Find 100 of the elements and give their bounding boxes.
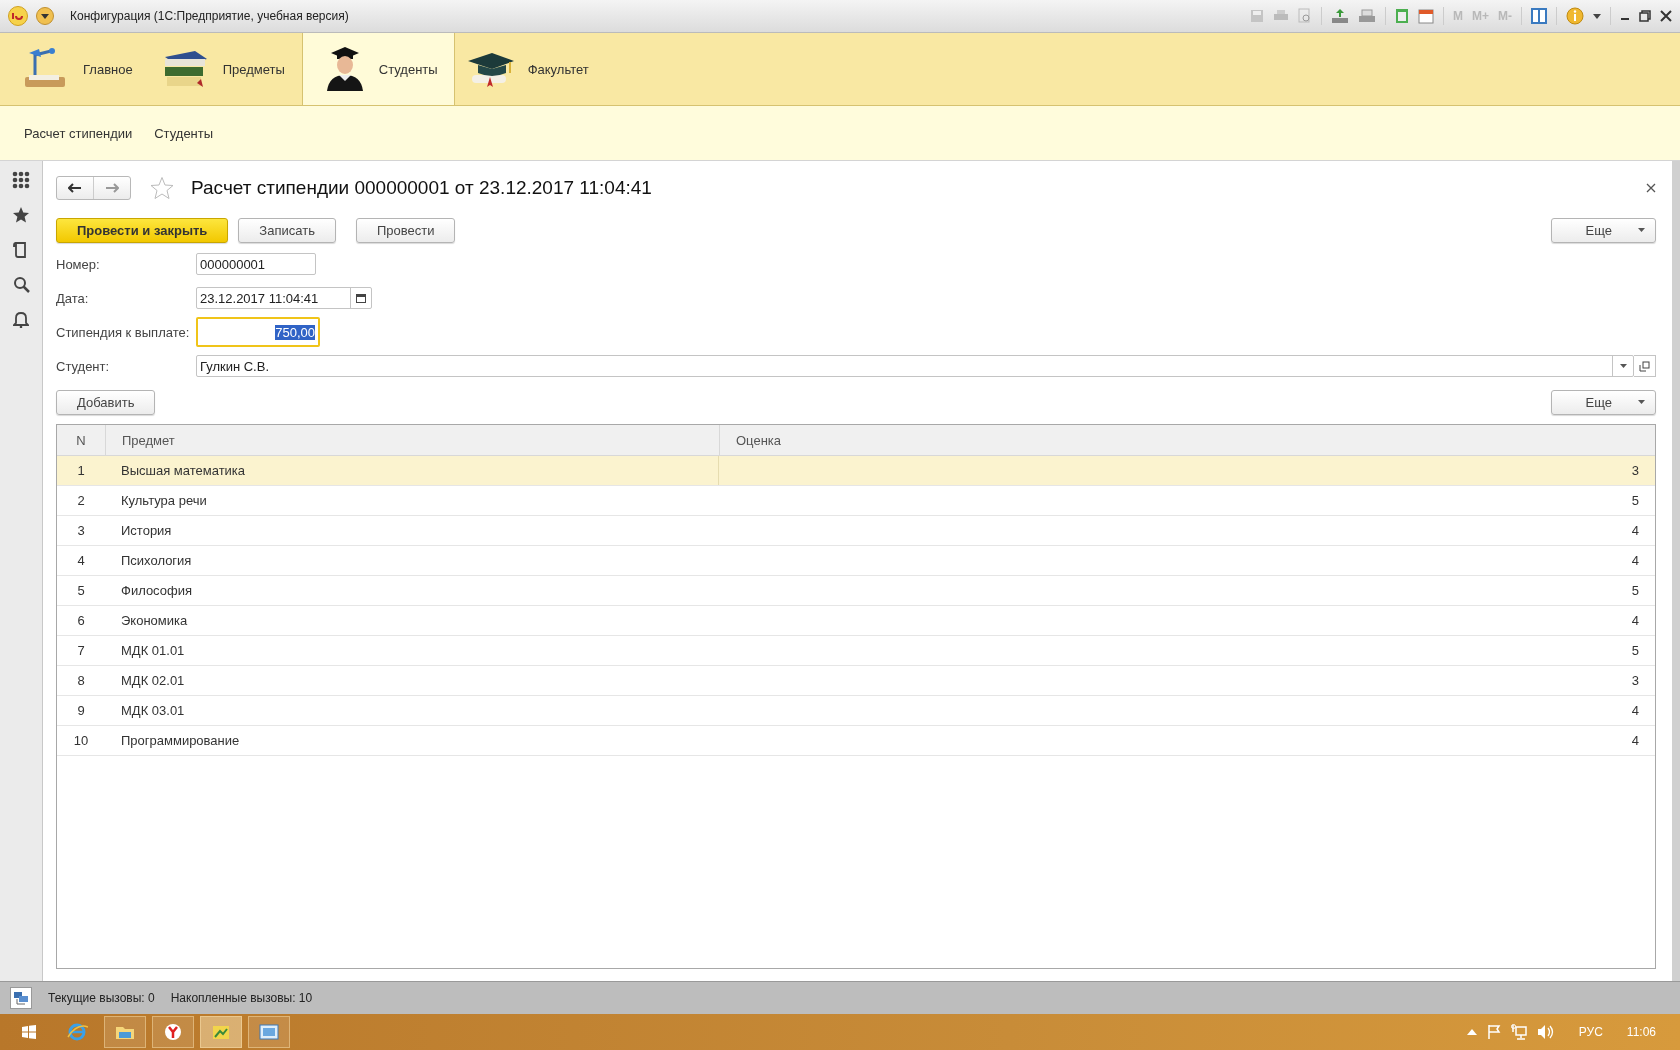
calculator-icon[interactable] <box>1395 8 1409 24</box>
caret-up-icon[interactable] <box>1466 1029 1477 1035</box>
row-number: 4 <box>76 552 86 570</box>
section-tab[interactable]: Студенты <box>301 33 455 105</box>
section-tab[interactable]: Предметы <box>149 33 302 105</box>
row-number: 7 <box>76 642 86 660</box>
caret-icon <box>1638 228 1645 232</box>
window-title: Конфигурация (1С:Предприятие, учебная версия) <box>70 9 350 23</box>
upload-icon[interactable] <box>1331 8 1349 24</box>
add-button[interactable]: Добавить <box>56 389 156 415</box>
status-text: Накопленные вызовы: 10 <box>170 991 313 1005</box>
section-label: Главное <box>83 61 133 77</box>
more-dropdown[interactable]: Еще <box>1550 217 1656 243</box>
row-number: 6 <box>76 612 86 630</box>
table-row[interactable]: 2 Культура речи 5 <box>57 486 1655 516</box>
speaker-icon[interactable] <box>1536 1024 1555 1040</box>
post-and-close-button[interactable]: Провести и закрыть <box>56 217 229 243</box>
table-row[interactable]: 8 МДК 02.01 3 <box>57 666 1655 696</box>
status-text: Текущие вызовы: 0 <box>48 991 155 1005</box>
grade-cell-text: 3 <box>1630 672 1640 690</box>
form-title: Расчет стипендии 000000001 от 23.12.2017 11:04:41 <box>191 177 653 199</box>
table-row[interactable]: 3 История 4 <box>57 516 1655 546</box>
table-row[interactable]: 1 Высшая математика 3 <box>57 456 1655 486</box>
subject-cell-text: Психология <box>120 552 193 570</box>
app-logo-icon[interactable] <box>8 6 28 26</box>
subject-cell-text: МДК 03.01 <box>120 702 186 720</box>
letter-y-browser-icon[interactable] <box>152 1016 194 1048</box>
subject-cell-text: Программирование <box>120 732 241 750</box>
subsection-link[interactable]: Студенты <box>154 125 214 141</box>
date-field[interactable]: 23.12.2017 11:04:41 <box>196 287 372 309</box>
info-icon[interactable] <box>1566 7 1584 25</box>
command-button[interactable]: Записать <box>238 217 336 243</box>
column-header[interactable]: Оценка <box>720 425 1655 455</box>
column-header[interactable]: N <box>57 425 106 455</box>
row-number: 8 <box>76 672 86 690</box>
server-calls-icon[interactable] <box>10 987 32 1009</box>
command-button[interactable]: Провести <box>355 217 456 243</box>
search-icon[interactable] <box>12 276 30 293</box>
column-header[interactable]: Предмет <box>106 425 720 455</box>
row-number: 10 <box>72 732 90 750</box>
picture-viewer-icon[interactable] <box>248 1016 290 1048</box>
scanner-icon[interactable] <box>1358 8 1376 24</box>
section-label: Предметы <box>222 61 285 77</box>
section-tab[interactable]: Главное <box>10 33 150 105</box>
grade-cell-text: 3 <box>1630 462 1640 480</box>
row-number: 9 <box>76 702 86 720</box>
preview-icon[interactable] <box>1298 8 1312 24</box>
grade-cell-text: 4 <box>1630 702 1640 720</box>
row-number: 5 <box>76 582 86 600</box>
grade-cell-text: 4 <box>1630 612 1640 630</box>
app-window-icon[interactable] <box>200 1016 242 1048</box>
history-icon[interactable] <box>13 241 29 259</box>
favorite-star-icon[interactable] <box>149 176 175 200</box>
grade-cell-text: 5 <box>1630 642 1640 660</box>
field-label: Номер: <box>56 256 101 272</box>
field-label: Стипендия к выплате: <box>56 324 191 340</box>
section-tab[interactable]: Факультет <box>454 33 606 105</box>
caret-icon[interactable] <box>1593 13 1601 19</box>
section-label: Факультет <box>527 61 589 77</box>
row-number: 2 <box>76 492 86 510</box>
bell-icon[interactable] <box>13 310 29 328</box>
caret-icon <box>1638 400 1645 404</box>
close-icon[interactable] <box>1660 10 1672 22</box>
subject-cell-text: Экономика <box>120 612 189 630</box>
subsection-link[interactable]: Расчет стипендии <box>24 125 133 141</box>
table-row[interactable]: 10 Программирование 4 <box>57 726 1655 756</box>
table-row[interactable]: 9 МДК 03.01 4 <box>57 696 1655 726</box>
number-field[interactable]: 000000001 <box>196 253 316 275</box>
section-label: Студенты <box>378 61 438 77</box>
amount-field[interactable]: 750,00 <box>196 317 320 347</box>
open-window-icon[interactable] <box>1634 355 1656 377</box>
field-label: Студент: <box>56 358 111 374</box>
apps-grid-icon[interactable] <box>12 171 30 189</box>
grade-cell-text: 4 <box>1630 552 1640 570</box>
subject-cell: Высшая математика <box>105 456 719 485</box>
grade-cell-text: 5 <box>1630 492 1640 510</box>
network-icon[interactable] <box>1510 1024 1527 1040</box>
panel-layout-icon[interactable] <box>1531 8 1547 24</box>
subject-cell-text: История <box>120 522 173 540</box>
row-number: 3 <box>76 522 86 540</box>
subject-cell-text: МДК 01.01 <box>120 642 186 660</box>
menu-dropdown-icon[interactable] <box>36 7 54 25</box>
grade-cell-text: 4 <box>1630 732 1640 750</box>
subject-cell-text: Философия <box>120 582 193 600</box>
grade-cell-text: 5 <box>1630 582 1640 600</box>
more-dropdown[interactable]: Еще <box>1550 389 1656 415</box>
flag-icon[interactable] <box>1486 1024 1501 1040</box>
restore-icon[interactable] <box>1639 10 1651 22</box>
star-icon[interactable] <box>12 206 30 224</box>
table-row[interactable]: 4 Психология 4 <box>57 546 1655 576</box>
grade-cell-text: 4 <box>1630 522 1640 540</box>
folder-icon[interactable] <box>104 1016 146 1048</box>
row-number: 1 <box>76 462 86 480</box>
table-row[interactable]: 6 Экономика 4 <box>57 606 1655 636</box>
subject-cell-text: Культура речи <box>120 492 208 510</box>
table-row[interactable]: 5 Философия 5 <box>57 576 1655 606</box>
table-row[interactable]: 7 МДК 01.01 5 <box>57 636 1655 666</box>
field-label: Дата: <box>56 290 90 306</box>
subject-cell-text: МДК 02.01 <box>120 672 186 690</box>
student-field[interactable]: Гулкин С.В. <box>196 355 1634 377</box>
